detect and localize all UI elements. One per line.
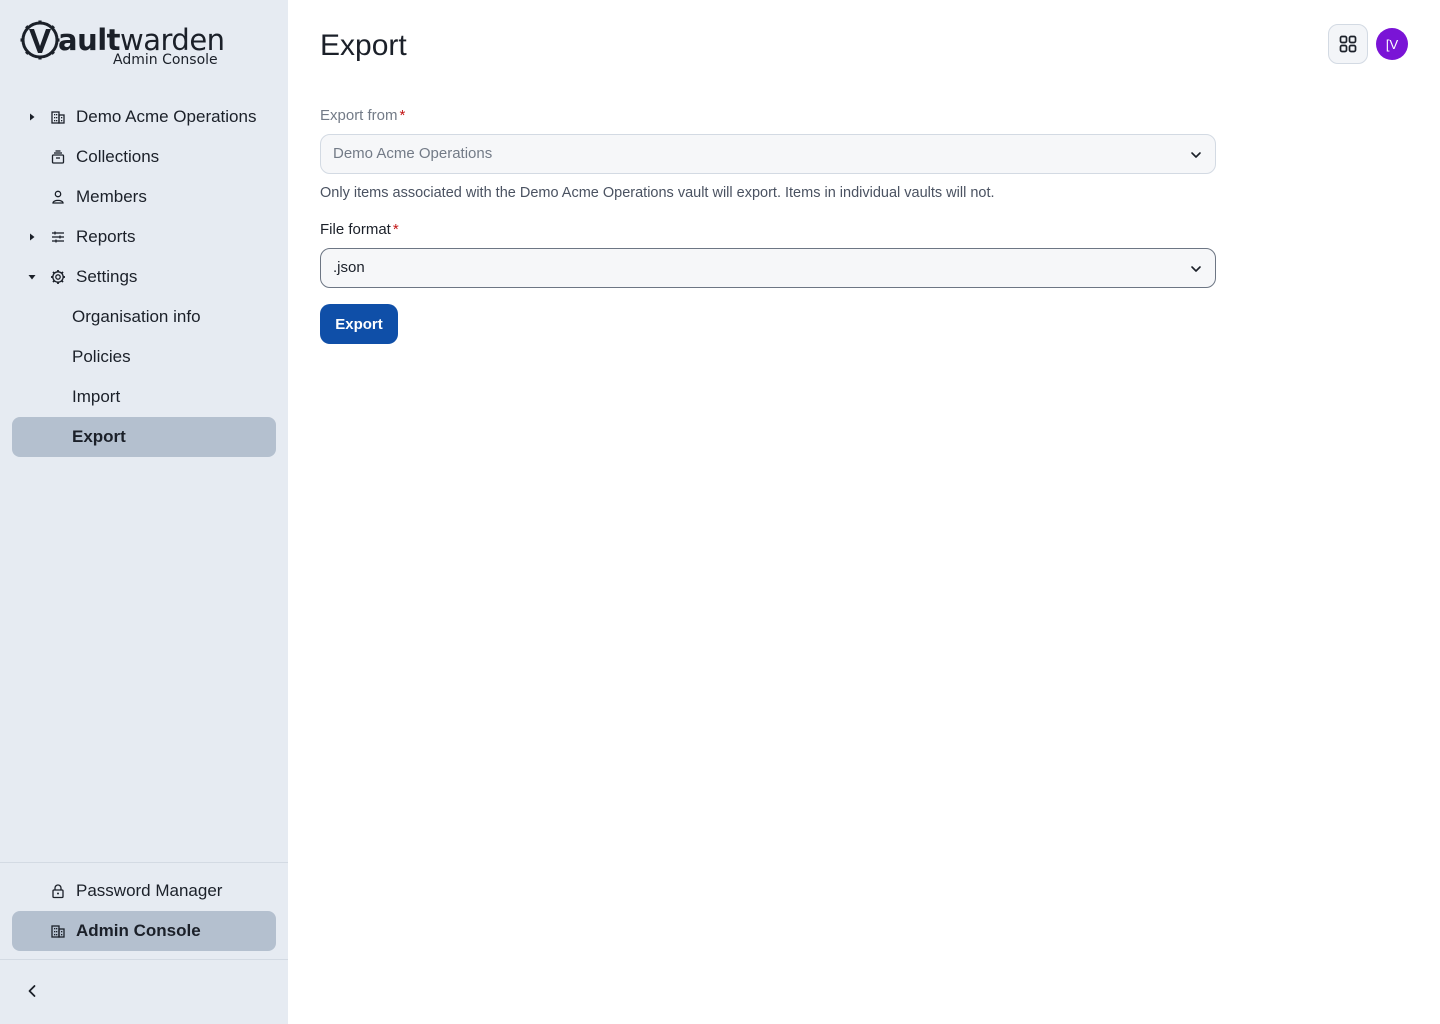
user-icon	[52, 190, 64, 204]
sidebar-item-label: Import	[72, 387, 121, 406]
export-from-value: Demo Acme Operations	[333, 145, 493, 162]
sidebar-item-label: Members	[76, 187, 147, 206]
vaultwarden-logo[interactable]: aultwarden Admin Console	[20, 18, 230, 70]
sidebar-item-admin-console[interactable]: Admin Console	[12, 911, 276, 951]
chevron-down-icon	[1191, 152, 1201, 158]
sidebar-item-import[interactable]: Import	[12, 377, 276, 417]
caret-right-icon[interactable]	[26, 231, 38, 243]
sidebar-item-label: Password Manager	[76, 881, 223, 900]
file-format-select[interactable]: .json	[320, 248, 1216, 288]
sidebar-item-label: Collections	[76, 147, 160, 166]
sidebar-item-label: Export	[72, 427, 126, 446]
sidebar-item-password-manager[interactable]: Password Manager	[12, 871, 276, 911]
building-icon	[51, 111, 65, 124]
gear-icon	[51, 270, 65, 284]
building-icon	[51, 925, 65, 938]
sidebar-item-members[interactable]: Members	[12, 177, 276, 217]
sidebar-nav: Demo Acme Operations Collections Members…	[12, 97, 276, 457]
page-title: Export	[320, 29, 407, 62]
sliders-icon	[52, 231, 64, 243]
sidebar-item-reports[interactable]: Reports	[12, 217, 276, 257]
caret-right-icon[interactable]	[26, 111, 38, 123]
file-format-value: .json	[333, 259, 365, 276]
main-content: Export [V Export from * Demo Acme Operati…	[320, 0, 1440, 1024]
sidebar-item-label: Settings	[76, 267, 138, 286]
sidebar-item-label: Demo Acme Operations	[76, 107, 257, 126]
sidebar-item-demo-acme-operations[interactable]: Demo Acme Operations	[12, 97, 276, 137]
export-from-label: Export from *	[320, 107, 406, 124]
sidebar-item-export[interactable]: Export	[12, 417, 276, 457]
vaultwarden-gear-logo-icon	[20, 20, 60, 60]
logo-subtitle: Admin Console	[113, 52, 218, 68]
sidebar-item-label: Reports	[76, 227, 136, 246]
sidebar-item-organisation-info[interactable]: Organisation info	[12, 297, 276, 337]
sidebar-item-label: Organisation info	[72, 307, 201, 326]
sidebar-item-settings[interactable]: Settings	[12, 257, 276, 297]
product-switcher-button[interactable]	[1328, 24, 1368, 64]
sidebar-item-label: Policies	[72, 347, 131, 366]
collapse-sidebar-chevron-left-icon[interactable]	[22, 981, 42, 1001]
sidebar-item-collections[interactable]: Collections	[12, 137, 276, 177]
sidebar-divider	[0, 959, 288, 960]
grid-icon	[1339, 35, 1357, 53]
sidebar: aultwarden Admin Console Demo Acme Opera…	[0, 0, 288, 1024]
avatar[interactable]: [V	[1376, 28, 1408, 60]
required-marker: *	[399, 107, 406, 124]
product-switcher: Password Manager Admin Console	[12, 871, 276, 951]
sidebar-item-label: Admin Console	[76, 921, 201, 940]
collection-icon	[51, 150, 65, 164]
export-from-select[interactable]: Demo Acme Operations	[320, 134, 1216, 174]
lock-icon	[52, 884, 64, 899]
required-marker: *	[392, 221, 399, 238]
sidebar-divider	[0, 862, 288, 863]
sidebar-item-policies[interactable]: Policies	[12, 337, 276, 377]
export-button[interactable]: Export	[320, 304, 398, 344]
caret-down-icon[interactable]	[26, 271, 38, 283]
file-format-label: File format *	[320, 221, 399, 238]
chevron-down-icon	[1191, 266, 1201, 272]
export-scope-hint: Only items associated with the Demo Acme…	[320, 185, 995, 201]
